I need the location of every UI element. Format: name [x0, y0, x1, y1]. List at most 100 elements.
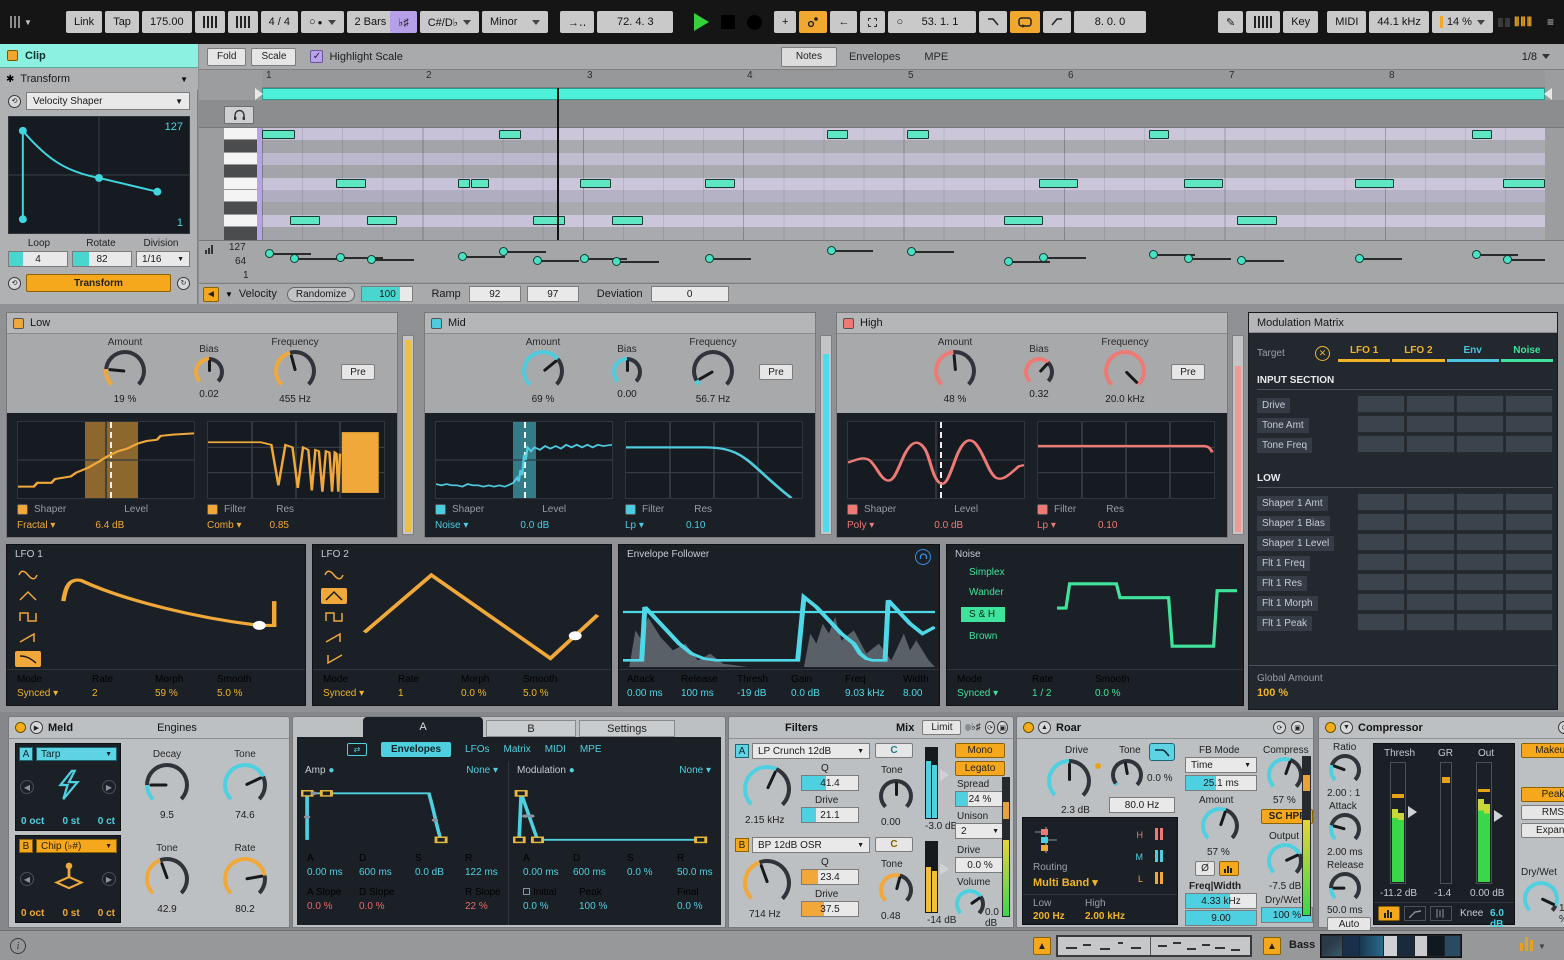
noise-type-wander[interactable]: Wander [969, 587, 1005, 598]
engine-a-ct[interactable]: 0 ct [98, 816, 115, 827]
midi-map-button[interactable]: MIDI [1327, 11, 1366, 33]
scale-aware-icon[interactable]: ♭♯ [971, 722, 981, 733]
mid-level-value[interactable]: 0.0 dB [520, 520, 549, 531]
engine-a-tab[interactable]: A [19, 747, 33, 761]
mod-source-noise[interactable]: Noise [1501, 345, 1553, 362]
amp-sustain[interactable]: 0.0 dB [415, 867, 444, 878]
ramp-to-field[interactable]: 97 [527, 286, 579, 302]
cpu-meter[interactable]: 14 % [1432, 11, 1493, 33]
env-release[interactable]: 100 ms [681, 688, 714, 699]
roar-drive-knob[interactable] [1047, 759, 1091, 803]
engine-b-st[interactable]: 0 st [62, 908, 79, 919]
unison-dropdown[interactable]: 2▼ [955, 823, 1005, 839]
mix-a-crossover-button[interactable]: C [875, 743, 913, 758]
matrix-cell[interactable] [1505, 435, 1553, 453]
midi-note[interactable] [262, 130, 295, 139]
mid-filter-display[interactable] [625, 421, 803, 499]
lfo2-morph[interactable]: 0.0 % [461, 688, 487, 699]
noise-type-brown[interactable]: Brown [969, 631, 1005, 642]
selected-track-name[interactable]: Bass [1289, 939, 1315, 951]
noise-type-sh[interactable]: S & H [961, 607, 1005, 622]
mix-a-level-handle[interactable] [940, 769, 949, 781]
mod-env-display[interactable] [513, 783, 717, 845]
mod-source-lfo1[interactable]: LFO 1 [1338, 345, 1390, 362]
midi-note[interactable] [471, 179, 489, 188]
mid-frequency-knob[interactable] [692, 350, 734, 392]
matrix-cell[interactable] [1357, 493, 1405, 511]
clip-panel-header[interactable]: Clip [0, 44, 198, 68]
lfo2-wave-icons[interactable] [321, 567, 347, 672]
midi-note[interactable] [705, 179, 736, 188]
amp-release[interactable]: 122 ms [465, 867, 498, 878]
matrix-cell[interactable] [1505, 573, 1553, 591]
matrix-cell[interactable] [1406, 533, 1454, 551]
env-attack[interactable]: 0.00 ms [627, 688, 663, 699]
lfo2-mode-dropdown[interactable]: Synced ▾ [323, 688, 364, 699]
lfo1-display[interactable] [51, 563, 299, 667]
midi-note[interactable] [336, 179, 366, 188]
fb-time-field[interactable]: 25.1 ms [1185, 775, 1257, 791]
matrix-cell[interactable] [1505, 395, 1553, 413]
velocity-marker[interactable] [458, 252, 467, 261]
out-value[interactable]: 0.00 dB [1470, 888, 1504, 899]
matrix-cell[interactable] [1406, 573, 1454, 591]
activity-view-button[interactable] [1430, 906, 1452, 921]
matrix-cell[interactable] [1357, 533, 1405, 551]
noise-type-simplex[interactable]: Simplex [969, 567, 1005, 578]
randomize-amount-field[interactable]: 100 [361, 286, 413, 302]
matrix-cell[interactable] [1357, 415, 1405, 433]
midi-note[interactable] [827, 130, 849, 139]
roar-tone-value[interactable]: 0.0 % [1147, 773, 1173, 784]
mid-filter-checkbox[interactable] [625, 504, 636, 515]
meld-preview-icon[interactable]: ▶ [30, 721, 43, 734]
loop-button[interactable] [1010, 11, 1040, 33]
meld-rate-knob[interactable] [223, 857, 267, 901]
matrix-cell[interactable] [1456, 435, 1504, 453]
mid-shaper-checkbox[interactable] [435, 504, 446, 515]
env-gain[interactable]: 0.0 dB [791, 688, 820, 699]
compressor-fold-icon[interactable]: ▼ [1340, 721, 1353, 734]
piano-keys[interactable] [224, 128, 257, 240]
mod-source-env[interactable]: Env [1447, 345, 1499, 362]
amp-decay[interactable]: 600 ms [359, 867, 392, 878]
crossover-low-value[interactable]: 200 Hz [1033, 911, 1065, 922]
filter-b-freq-knob[interactable] [743, 859, 791, 907]
meld-tone-b-knob[interactable] [145, 857, 189, 901]
metronome-button[interactable]: ○● [301, 11, 344, 33]
release-knob[interactable] [1329, 872, 1361, 904]
midi-note[interactable] [533, 216, 565, 225]
meld-tone-a-knob[interactable] [223, 763, 267, 807]
low-frequency-knob[interactable] [274, 350, 316, 392]
fb-mode-dropdown[interactable]: Time▼ [1185, 757, 1257, 773]
matrix-cell[interactable] [1406, 435, 1454, 453]
hot-swap-icon[interactable]: ⟳ [1273, 721, 1286, 734]
engine-a-next-icon[interactable]: ▶ [102, 780, 116, 794]
subtab-lfos[interactable]: LFOs [465, 744, 489, 755]
filter-a-freq-knob[interactable] [743, 765, 791, 813]
matrix-cell[interactable] [1505, 593, 1553, 611]
tab-envelopes[interactable]: Envelopes [837, 47, 912, 67]
crossover-high-value[interactable]: 2.00 kHz [1085, 911, 1125, 922]
filter-a-type-dropdown[interactable]: LP Crunch 12dB▼ [752, 743, 870, 759]
high-shaper-display[interactable] [847, 421, 1025, 499]
collapse-triangle-icon[interactable]: ▼ [180, 75, 188, 84]
attack-knob[interactable] [1329, 813, 1361, 845]
thresh-handle[interactable] [1408, 806, 1417, 818]
matrix-cell[interactable] [1406, 613, 1454, 631]
tap-button[interactable]: Tap [105, 11, 139, 33]
low-level-value[interactable]: 6.4 dB [95, 520, 124, 531]
low-shaper-checkbox[interactable] [17, 504, 28, 515]
key-map-button[interactable]: Key [1283, 11, 1318, 33]
overdub-button[interactable]: + [774, 11, 796, 33]
matrix-cell[interactable] [1456, 493, 1504, 511]
mix-a-level-value[interactable]: -3.0 dB [925, 821, 957, 832]
punch-out-button[interactable] [1043, 11, 1071, 33]
collapsed-view-button[interactable] [1378, 906, 1400, 921]
matrix-cell[interactable] [1505, 415, 1553, 433]
engine-b-ct[interactable]: 0 ct [98, 908, 115, 919]
velocity-marker[interactable] [907, 247, 916, 256]
midi-note[interactable] [367, 216, 397, 225]
meld-tab-b[interactable]: B [486, 720, 576, 737]
midi-note[interactable] [1472, 130, 1493, 139]
expand-button[interactable]: Expand [1521, 823, 1564, 838]
